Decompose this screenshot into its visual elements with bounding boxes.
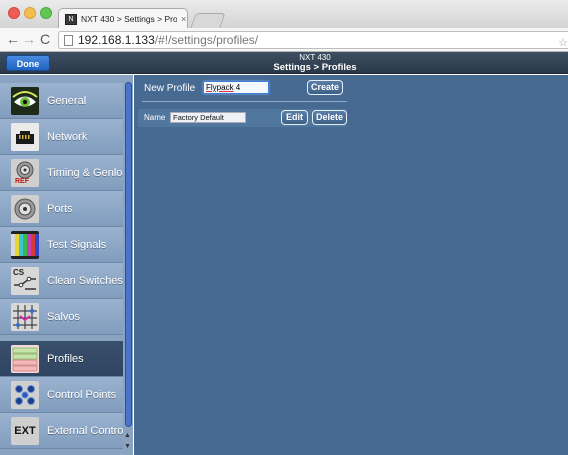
sidebar-item-profiles[interactable]: Profiles	[0, 341, 126, 377]
sidebar-item-label: Clean Switches	[47, 274, 123, 287]
sidebar-item-label: Salvos	[47, 310, 81, 323]
bookmark-star-icon[interactable]: ☆	[558, 36, 568, 49]
address-bar[interactable]: 192.168.1.133/#!/settings/profiles/ ☆	[58, 31, 568, 49]
tab-title: NXT 430 > Settings > Profi	[81, 14, 177, 24]
sidebar-item-label: General	[47, 94, 87, 107]
sidebar-item-general[interactable]: General	[0, 83, 126, 119]
clean-switch-icon: CS	[11, 266, 39, 295]
bnc-port-icon	[11, 194, 39, 223]
url-path: /#!/settings/profiles/	[154, 33, 259, 47]
sidebar-item-label: Control Points	[47, 388, 117, 401]
favicon-icon: N	[65, 13, 77, 25]
device-name: NXT 430	[299, 53, 331, 62]
profile-name-label: Name	[144, 113, 166, 122]
sidebar-item-ports[interactable]: Ports	[0, 191, 126, 227]
sidebar-scrollbar-thumb[interactable]	[125, 82, 132, 427]
close-window-button[interactable]	[8, 7, 20, 19]
ext-icon: EXT	[11, 416, 39, 445]
minimize-window-button[interactable]	[24, 7, 36, 19]
forward-arrow-icon[interactable]: →	[22, 31, 36, 47]
browser-tab[interactable]: N NXT 430 > Settings > Profi ×	[58, 8, 188, 29]
sidebar-item-label: External Control	[47, 424, 126, 437]
control-points-icon	[11, 380, 39, 409]
ext-text: EXT	[14, 424, 36, 437]
tab-close-icon[interactable]: ×	[181, 14, 186, 24]
reload-icon[interactable]: C	[40, 31, 50, 47]
sidebar-item-timing-genlock[interactable]: REF Timing & Genlock	[0, 155, 133, 191]
zoom-window-button[interactable]	[40, 7, 52, 19]
profiles-panel: New Profile Flypack 4 Create Name Factor…	[134, 75, 568, 455]
eye-icon	[11, 86, 39, 115]
done-button[interactable]: Done	[6, 55, 50, 71]
profiles-list-icon	[11, 344, 39, 373]
sidebar-item-network[interactable]: Network	[0, 119, 126, 155]
sidebar-item-control-points[interactable]: Control Points	[0, 377, 126, 413]
sidebar-item-label: Timing & Genlock	[47, 166, 134, 179]
page-title: Settings > Profiles	[273, 62, 357, 73]
back-arrow-icon[interactable]: ←	[6, 31, 20, 47]
url-host: 192.168.1.133	[78, 33, 155, 47]
settings-sidebar: General Network REF Timing & Genlock Por…	[0, 75, 133, 455]
page-icon	[64, 34, 73, 46]
sidebar-item-test-signals[interactable]: Test Signals	[0, 227, 126, 263]
cs-text: CS	[13, 267, 25, 277]
sidebar-item-label: Network	[47, 130, 88, 143]
sidebar-item-clean-switches[interactable]: CS Clean Switches	[0, 263, 126, 299]
network-port-icon	[11, 122, 39, 151]
new-profile-label: New Profile	[144, 83, 196, 94]
browser-titlebar: N NXT 430 > Settings > Profi ×	[0, 0, 568, 29]
scroll-up-arrow-icon[interactable]: ▲	[124, 432, 131, 439]
edit-profile-button[interactable]: Edit	[281, 110, 308, 125]
grid-crosspoint-icon	[11, 302, 39, 331]
profile-row: Name Factory Default Edit Delete	[138, 109, 347, 127]
app-header: Done NXT 430 Settings > Profiles	[0, 52, 568, 74]
sidebar-item-salvos[interactable]: Salvos	[0, 299, 126, 335]
sidebar-item-label: Ports	[47, 202, 73, 215]
sidebar-item-external-control[interactable]: EXT External Control	[0, 413, 126, 449]
delete-profile-button[interactable]: Delete	[312, 110, 347, 125]
scroll-down-arrow-icon[interactable]: ▼	[124, 443, 131, 450]
new-profile-value-misspelled: Flypack	[206, 83, 234, 92]
new-tab-button[interactable]	[190, 13, 226, 28]
ref-connector-icon: REF	[11, 158, 39, 187]
new-profile-value-rest: 4	[233, 83, 241, 92]
sidebar-item-label: Profiles	[47, 352, 84, 365]
create-profile-button[interactable]: Create	[307, 80, 343, 95]
browser-toolbar: ← → C 192.168.1.133/#!/settings/profiles…	[0, 28, 568, 52]
ref-text: REF	[15, 177, 29, 185]
profile-name-field[interactable]: Factory Default	[170, 112, 246, 123]
color-bars-icon	[11, 230, 39, 259]
sidebar-item-label: Test Signals	[47, 238, 107, 251]
divider	[142, 101, 347, 102]
new-profile-input[interactable]: Flypack 4	[203, 81, 269, 94]
